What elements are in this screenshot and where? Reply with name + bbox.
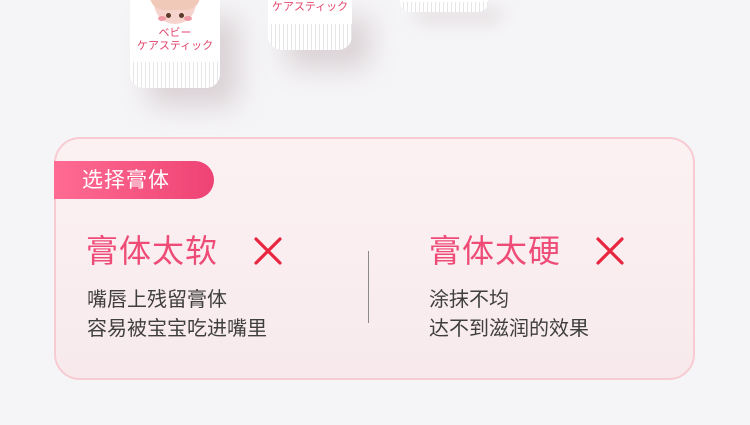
product-tube-baby: ベビー ケアスティック bbox=[130, 0, 220, 88]
baby-face-illustration bbox=[150, 0, 200, 24]
too-soft-line1: 嘴唇上残留膏体 bbox=[87, 287, 227, 311]
too-hard-line1: 涂抹不均 bbox=[429, 287, 509, 311]
tube-cap-ribs bbox=[130, 62, 220, 88]
tube-label: ケアスティック bbox=[271, 0, 349, 13]
too-soft-description: 嘴唇上残留膏体 容易被宝宝吃进嘴里 bbox=[87, 285, 267, 343]
cross-icon bbox=[254, 237, 282, 265]
tube-label-line2: ケアスティック bbox=[136, 39, 214, 52]
product-tube-care: ケアスティック bbox=[268, 0, 352, 50]
cross-icon bbox=[596, 237, 624, 265]
section-tag: 选择膏体 bbox=[54, 161, 214, 199]
divider bbox=[368, 251, 369, 323]
too-hard-description: 涂抹不均 达不到滋润的效果 bbox=[429, 285, 589, 343]
tube-cap-ribs bbox=[400, 2, 488, 12]
too-soft-title: 膏体太软 bbox=[86, 232, 219, 270]
tube-cap-ribs bbox=[268, 24, 352, 50]
too-hard-title: 膏体太硬 bbox=[429, 232, 562, 270]
tube-label-line1: ベビー bbox=[158, 26, 192, 39]
paste-hardness-card: 选择膏体 膏体太软 嘴唇上残留膏体 容易被宝宝吃进嘴里 膏体太硬 涂抹不均 达不… bbox=[54, 137, 695, 380]
too-hard-line2: 达不到滋润的效果 bbox=[429, 316, 589, 340]
product-tube-partial bbox=[400, 0, 488, 12]
too-soft-line2: 容易被宝宝吃进嘴里 bbox=[87, 316, 267, 340]
